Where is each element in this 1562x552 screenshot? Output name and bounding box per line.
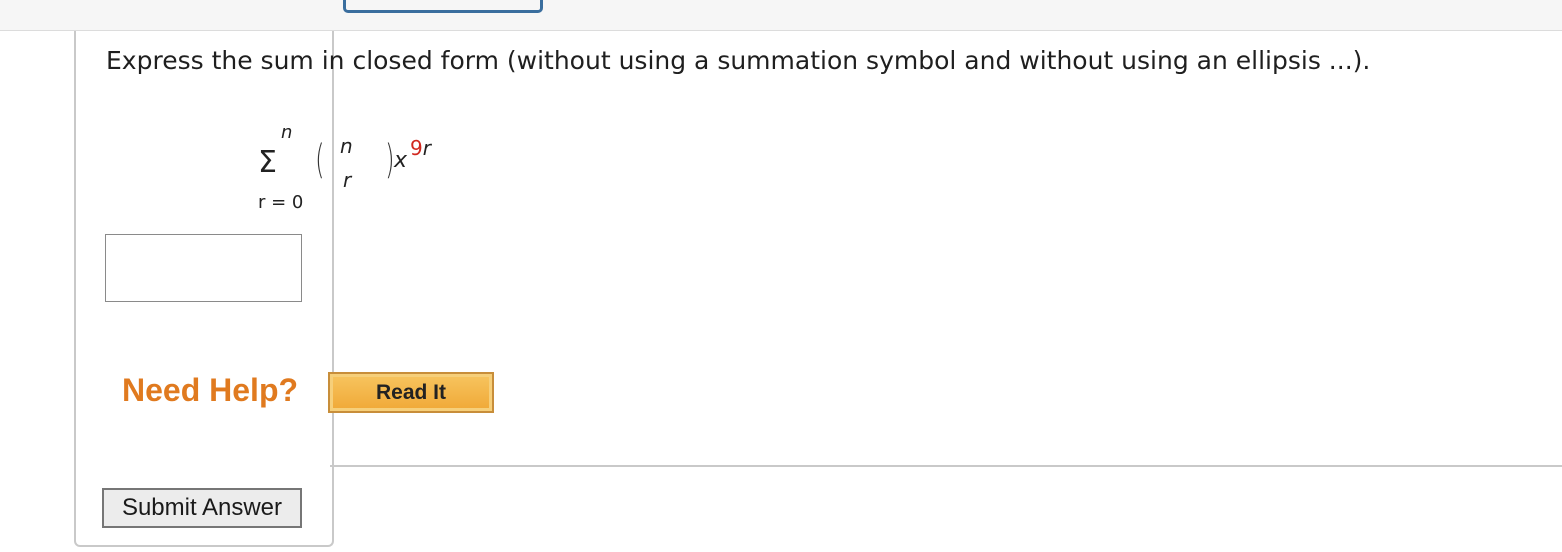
sum-upper-limit: n [281, 122, 293, 143]
binomial-left-paren: ( [315, 137, 325, 183]
question-prompt: Express the sum in closed form (without … [106, 46, 1371, 75]
exponent-coefficient: 9 [410, 136, 423, 160]
read-it-button[interactable]: Read It [328, 372, 494, 413]
binomial-bottom: r [343, 168, 352, 192]
top-tab[interactable] [343, 0, 543, 13]
page: Express the sum in closed form (without … [0, 0, 1562, 552]
need-help-label: Need Help? [122, 372, 299, 408]
exponent-variable: r [422, 136, 431, 160]
answer-input[interactable] [105, 234, 302, 302]
submit-answer-button[interactable]: Submit Answer [102, 488, 302, 528]
summation-expression: n Σ r = 0 ( n r ) x 9r [250, 118, 450, 218]
binomial-top: n [340, 134, 353, 158]
sum-lower-limit: r = 0 [258, 192, 304, 213]
power-exponent: 9r [410, 136, 431, 160]
power-base: x [394, 148, 408, 173]
top-band [0, 0, 1562, 31]
sigma-symbol: Σ [258, 145, 277, 180]
panel-divider [330, 465, 1562, 467]
